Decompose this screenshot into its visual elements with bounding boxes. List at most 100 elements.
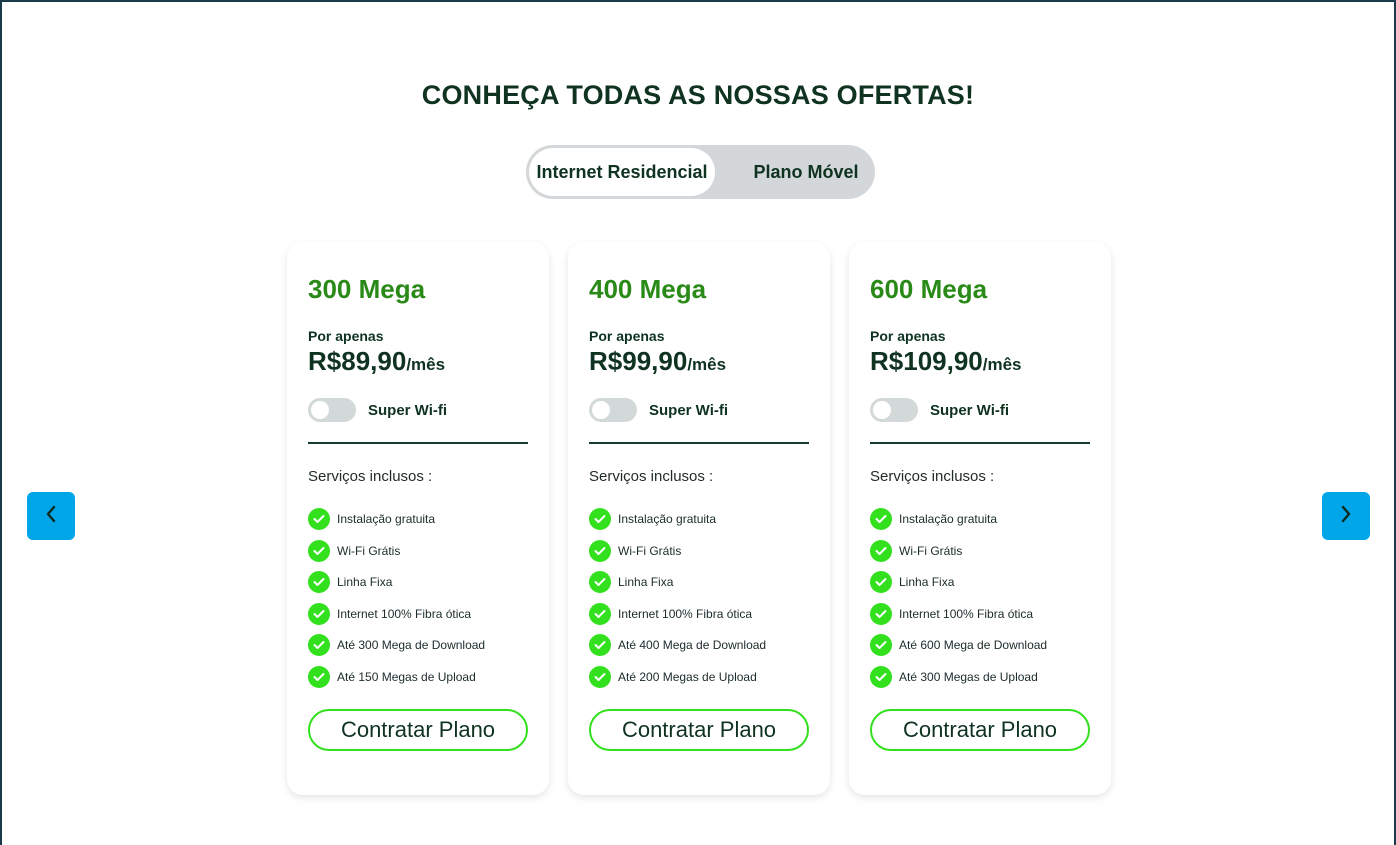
check-icon — [870, 634, 892, 656]
list-item: Até 400 Mega de Download — [589, 634, 766, 656]
super-wifi-label: Super Wi-fi — [649, 401, 729, 419]
super-wifi-row: Super Wi-fi — [308, 398, 447, 422]
check-icon — [870, 508, 892, 530]
contratar-plano-button[interactable]: Contratar Plano — [308, 709, 528, 751]
divider — [308, 442, 528, 444]
feature-text: Wi-Fi Grátis — [618, 543, 682, 558]
list-item: Até 200 Megas de Upload — [589, 665, 766, 688]
feature-text: Internet 100% Fibra ótica — [337, 606, 472, 621]
check-icon — [308, 634, 330, 656]
contratar-plano-button[interactable]: Contratar Plano — [589, 709, 809, 751]
feature-text: Instalação gratuita — [337, 512, 436, 526]
price-label: Por apenas — [308, 328, 384, 344]
list-item: Linha Fixa — [870, 571, 1047, 593]
check-icon — [870, 571, 892, 593]
list-item: Wi-Fi Grátis — [308, 539, 485, 562]
list-item: Linha Fixa — [589, 571, 766, 593]
tab-internet-residencial[interactable]: Internet Residencial — [529, 148, 715, 196]
feature-text: Até 200 Megas de Upload — [618, 669, 757, 684]
carousel-next-button[interactable] — [1322, 492, 1370, 540]
feature-text: Wi-Fi Grátis — [337, 543, 401, 558]
feature-text: Linha Fixa — [618, 575, 674, 589]
check-icon — [589, 665, 611, 688]
feature-text: Até 300 Mega de Download — [337, 638, 486, 652]
plan-title: 300 Mega — [308, 274, 426, 304]
check-icon — [589, 634, 611, 656]
tab-plano-movel[interactable]: Plano Móvel — [741, 148, 871, 196]
check-icon — [870, 665, 892, 688]
feature-text: Internet 100% Fibra ótica — [899, 606, 1034, 621]
page-title: CONHEÇA TODAS AS NOSSAS OFERTAS! — [421, 80, 975, 110]
feature-text: Instalação gratuita — [899, 512, 998, 526]
contratar-plano-button[interactable]: Contratar Plano — [870, 709, 1090, 751]
services-title: Serviços inclusos : — [589, 468, 714, 485]
super-wifi-label: Super Wi-fi — [368, 401, 448, 419]
feature-text: Até 150 Megas de Upload — [337, 669, 476, 684]
list-item: Internet 100% Fibra ótica — [870, 602, 1047, 625]
list-item: Até 150 Megas de Upload — [308, 665, 485, 688]
price-label: Por apenas — [870, 328, 946, 344]
check-icon — [870, 602, 892, 625]
check-icon — [870, 539, 892, 562]
toggle-knob — [873, 401, 891, 419]
super-wifi-toggle[interactable] — [308, 398, 356, 422]
list-item: Internet 100% Fibra ótica — [308, 602, 485, 625]
check-icon — [589, 571, 611, 593]
plan-card-400-mega: 400 Mega Por apenas R$99,90/mês Super Wi… — [568, 242, 830, 795]
plan-type-toggle: Internet Residencial Plano Móvel — [526, 145, 875, 199]
super-wifi-row: Super Wi-fi — [589, 398, 728, 422]
feature-text: Internet 100% Fibra ótica — [618, 606, 753, 621]
chevron-left-icon — [44, 504, 58, 529]
super-wifi-row: Super Wi-fi — [870, 398, 1009, 422]
price-period: /mês — [687, 355, 727, 374]
carousel-prev-button[interactable] — [27, 492, 75, 540]
check-icon — [589, 539, 611, 562]
divider — [589, 442, 809, 444]
toggle-knob — [592, 401, 610, 419]
price-label: Por apenas — [589, 328, 665, 344]
features-list: Instalação gratuita Wi-Fi Grátis Linha F… — [308, 508, 485, 697]
price-row: R$109,90/mês — [870, 346, 1022, 377]
super-wifi-label: Super Wi-fi — [930, 401, 1010, 419]
feature-text: Até 300 Megas de Upload — [899, 669, 1038, 684]
check-icon — [308, 571, 330, 593]
list-item: Até 300 Mega de Download — [308, 634, 485, 656]
price-row: R$89,90/mês — [308, 346, 445, 377]
check-icon — [308, 665, 330, 688]
feature-text: Linha Fixa — [337, 575, 393, 589]
feature-text: Instalação gratuita — [618, 512, 717, 526]
list-item: Linha Fixa — [308, 571, 485, 593]
list-item: Instalação gratuita — [308, 508, 485, 530]
price-period: /mês — [982, 355, 1022, 374]
check-icon — [589, 602, 611, 625]
super-wifi-toggle[interactable] — [870, 398, 918, 422]
chevron-right-icon — [1339, 504, 1353, 529]
features-list: Instalação gratuita Wi-Fi Grátis Linha F… — [589, 508, 766, 697]
price-row: R$99,90/mês — [589, 346, 726, 377]
check-icon — [308, 602, 330, 625]
list-item: Até 600 Mega de Download — [870, 634, 1047, 656]
price-value: R$99,90 — [589, 346, 688, 376]
price-value: R$89,90 — [308, 346, 407, 376]
super-wifi-toggle[interactable] — [589, 398, 637, 422]
price-value: R$109,90 — [870, 346, 983, 376]
list-item: Até 300 Megas de Upload — [870, 665, 1047, 688]
feature-text: Linha Fixa — [899, 575, 955, 589]
price-period: /mês — [406, 355, 446, 374]
check-icon — [308, 539, 330, 562]
list-item: Instalação gratuita — [870, 508, 1047, 530]
list-item: Internet 100% Fibra ótica — [589, 602, 766, 625]
plan-card-300-mega: 300 Mega Por apenas R$89,90/mês Super Wi… — [287, 242, 549, 795]
plan-title: 400 Mega — [589, 274, 707, 304]
toggle-knob — [311, 401, 329, 419]
services-title: Serviços inclusos : — [870, 468, 995, 485]
check-icon — [589, 508, 611, 530]
plan-card-600-mega: 600 Mega Por apenas R$109,90/mês Super W… — [849, 242, 1111, 795]
feature-text: Wi-Fi Grátis — [899, 543, 963, 558]
plan-title: 600 Mega — [870, 274, 988, 304]
feature-text: Até 400 Mega de Download — [618, 638, 767, 652]
list-item: Wi-Fi Grátis — [589, 539, 766, 562]
feature-text: Até 600 Mega de Download — [899, 638, 1048, 652]
services-title: Serviços inclusos : — [308, 468, 433, 485]
list-item: Instalação gratuita — [589, 508, 766, 530]
